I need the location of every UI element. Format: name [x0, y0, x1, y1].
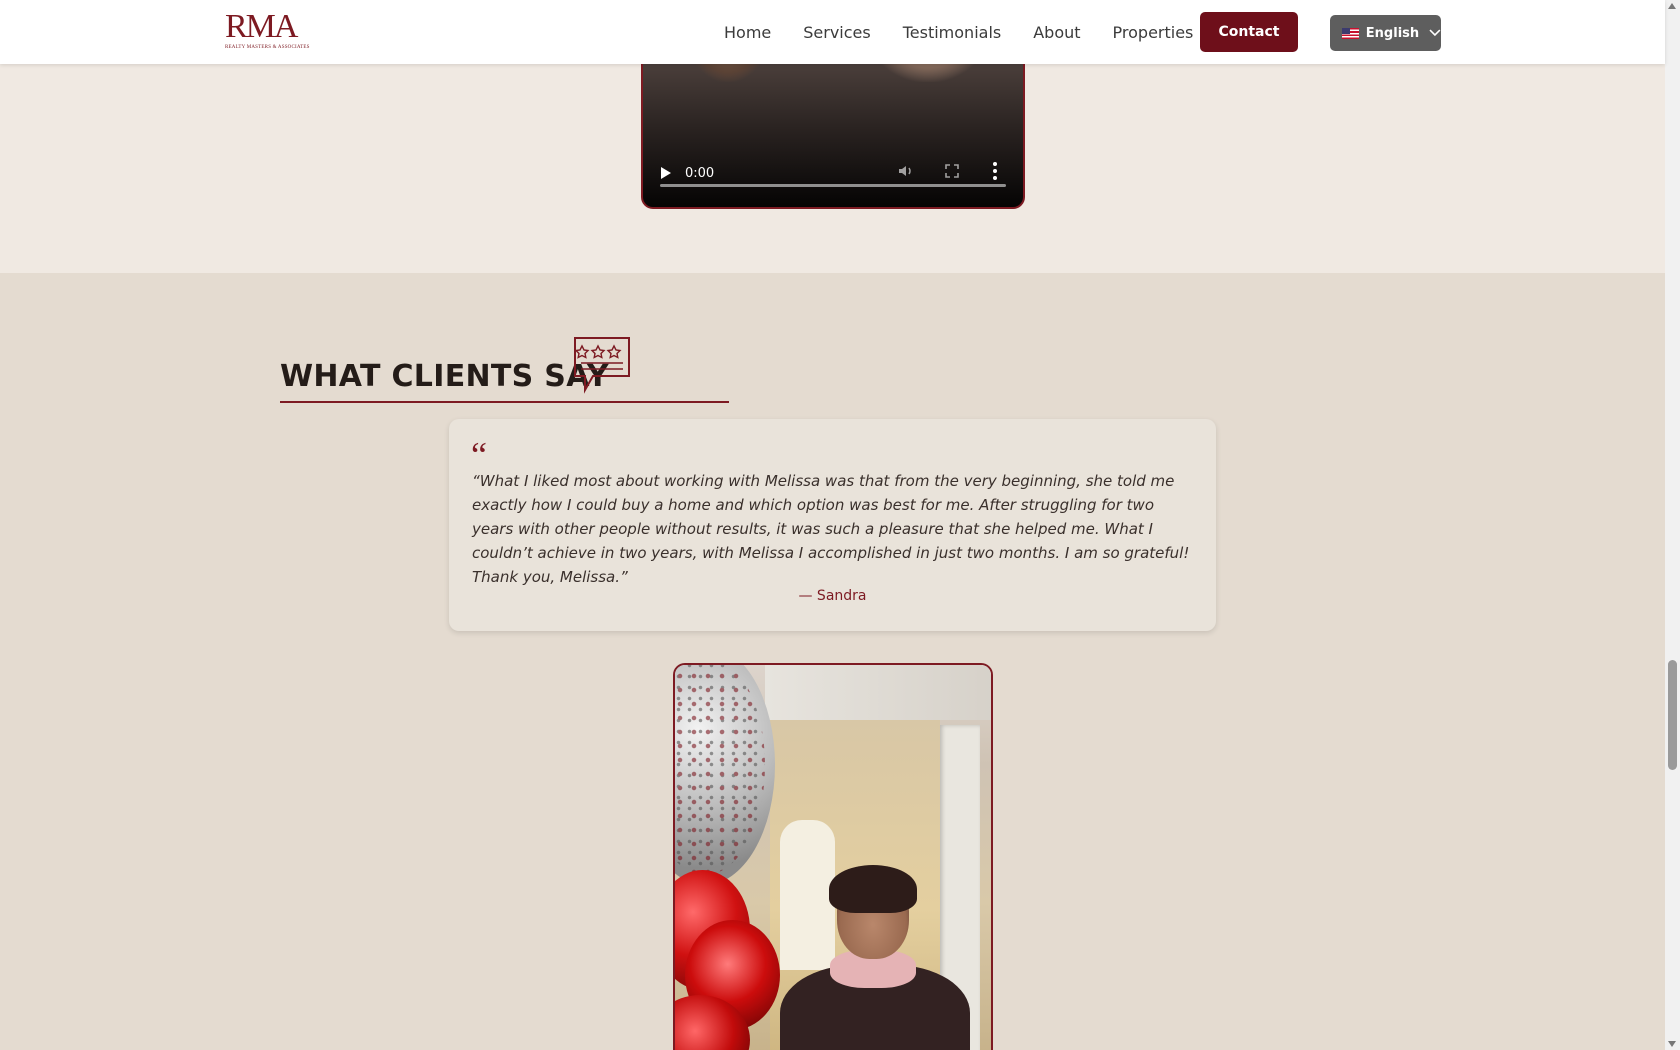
client-photo	[673, 663, 993, 1050]
logo-subtext: REALTY MASTERS & ASSOCIATES	[225, 45, 310, 50]
rma-logo[interactable]: RMA REALTY MASTERS & ASSOCIATES	[225, 8, 310, 54]
us-flag-icon	[1342, 27, 1359, 39]
logo-text: RMA	[225, 8, 298, 45]
more-options-icon[interactable]	[993, 162, 997, 180]
scroll-down-arrow[interactable]	[1668, 1041, 1676, 1047]
nav-testimonials[interactable]: Testimonials	[903, 23, 1002, 42]
nav-home[interactable]: Home	[724, 23, 771, 42]
testimonials-section: WHAT CLIENTS SAY “ “What I liked most ab…	[0, 273, 1665, 1050]
quote-mark-icon: “	[471, 435, 487, 475]
scroll-up-arrow[interactable]	[1668, 3, 1676, 9]
fullscreen-icon[interactable]	[945, 164, 959, 178]
testimonial-author: — Sandra	[798, 588, 867, 604]
video-controls: 0:00	[643, 139, 1023, 207]
chevron-down-icon	[1429, 29, 1441, 37]
main-nav: Home Services Testimonials About Propert…	[724, 0, 1225, 64]
language-selector[interactable]: English	[1330, 15, 1441, 51]
volume-icon[interactable]	[898, 163, 914, 179]
play-icon[interactable]	[661, 167, 671, 179]
nav-about[interactable]: About	[1033, 23, 1080, 42]
site-header: RMA REALTY MASTERS & ASSOCIATES Home Ser…	[0, 0, 1665, 64]
heading-underline	[280, 401, 729, 403]
nav-services[interactable]: Services	[803, 23, 870, 42]
contact-button[interactable]: Contact	[1200, 12, 1298, 52]
language-label: English	[1365, 25, 1420, 41]
testimonial-quote: “What I liked most about working with Me…	[472, 472, 1190, 586]
nav-properties[interactable]: Properties	[1113, 23, 1194, 42]
review-stars-icon	[574, 337, 630, 394]
section-heading: WHAT CLIENTS SAY	[280, 359, 609, 394]
video-time: 0:00	[685, 165, 715, 181]
testimonial-card: “ “What I liked most about working with …	[449, 419, 1216, 631]
page-scrollbar[interactable]	[1665, 0, 1680, 1050]
video-progress-bar[interactable]	[660, 184, 1006, 187]
scrollbar-thumb[interactable]	[1668, 660, 1677, 770]
